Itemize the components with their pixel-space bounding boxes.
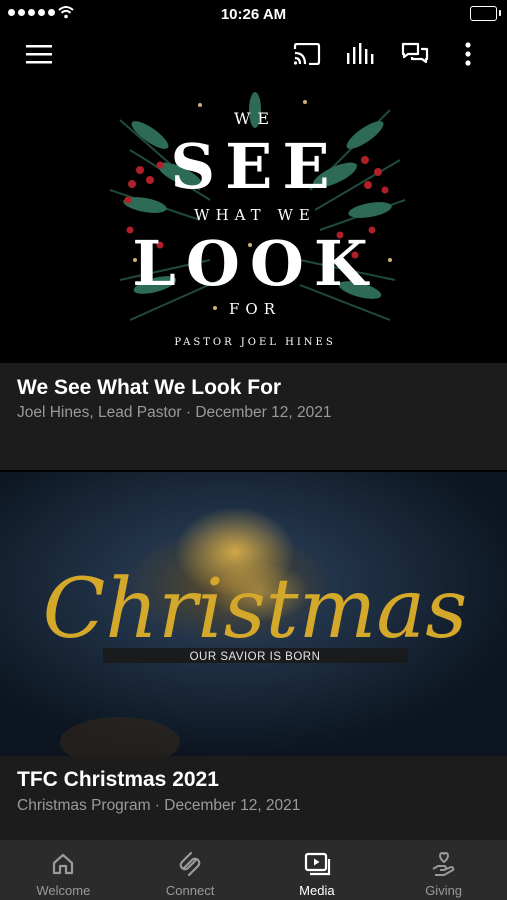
tab-bar: Welcome Connect Media Giving xyxy=(0,840,507,900)
connect-icon xyxy=(179,851,201,877)
artwork-text-what-we: WHAT WE xyxy=(194,206,316,224)
tab-media[interactable]: Media xyxy=(254,840,381,900)
tab-welcome[interactable]: Welcome xyxy=(0,840,127,900)
card-subtitle: Joel Hines, Lead Pastor · December 12, 2… xyxy=(17,404,332,421)
sermon-artwork-graphic: WE SEE WHAT WE LOOK FOR PASTOR JOEL HINE… xyxy=(0,80,507,363)
tab-label: Connect xyxy=(165,883,215,898)
christmas-artwork-graphic: Christmas OUR SAVIOR IS BORN xyxy=(0,472,507,756)
sermon-artwork[interactable]: WE SEE WHAT WE LOOK FOR PASTOR JOEL HINE… xyxy=(0,80,507,363)
home-icon xyxy=(53,853,74,875)
tab-label: Giving xyxy=(425,883,463,898)
menu-icon[interactable] xyxy=(21,36,57,72)
cast-icon[interactable] xyxy=(289,36,325,72)
card-subtitle: Christmas Program · December 12, 2021 xyxy=(17,797,301,814)
tab-label: Welcome xyxy=(36,883,91,898)
card-title: We See What We Look For xyxy=(17,376,282,399)
media-icon xyxy=(304,852,330,876)
battery-icon xyxy=(470,6,501,21)
artwork-text-look: LOOK xyxy=(132,227,378,300)
artwork-text-for: FOR xyxy=(229,300,281,318)
tab-label: Media xyxy=(299,883,335,898)
giving-icon xyxy=(432,852,454,876)
card-title: TFC Christmas 2021 xyxy=(17,768,219,791)
tab-giving[interactable]: Giving xyxy=(380,840,507,900)
artwork-text-see: SEE xyxy=(170,130,339,203)
tab-connect[interactable]: Connect xyxy=(127,840,254,900)
artwork-credit: PASTOR JOEL HINES xyxy=(174,337,335,348)
chat-icon[interactable] xyxy=(397,36,433,72)
status-time: 10:26 AM xyxy=(220,6,287,23)
app-bar xyxy=(0,28,507,78)
artwork-christmas-tagline: OUR SAVIOR IS BORN xyxy=(190,651,321,663)
artwork-text-we: WE xyxy=(234,109,276,128)
audio-bars-icon[interactable] xyxy=(343,36,379,72)
status-bar: 10:26 AM xyxy=(0,0,507,28)
artwork-christmas-headline: Christmas xyxy=(43,562,468,657)
media-card-sermon[interactable]: WE SEE WHAT WE LOOK FOR PASTOR JOEL HINE… xyxy=(0,80,507,470)
media-card-christmas[interactable]: Christmas OUR SAVIOR IS BORN TFC Christm… xyxy=(0,472,507,840)
more-vert-icon[interactable] xyxy=(450,36,486,72)
christmas-artwork[interactable]: Christmas OUR SAVIOR IS BORN xyxy=(0,472,507,756)
